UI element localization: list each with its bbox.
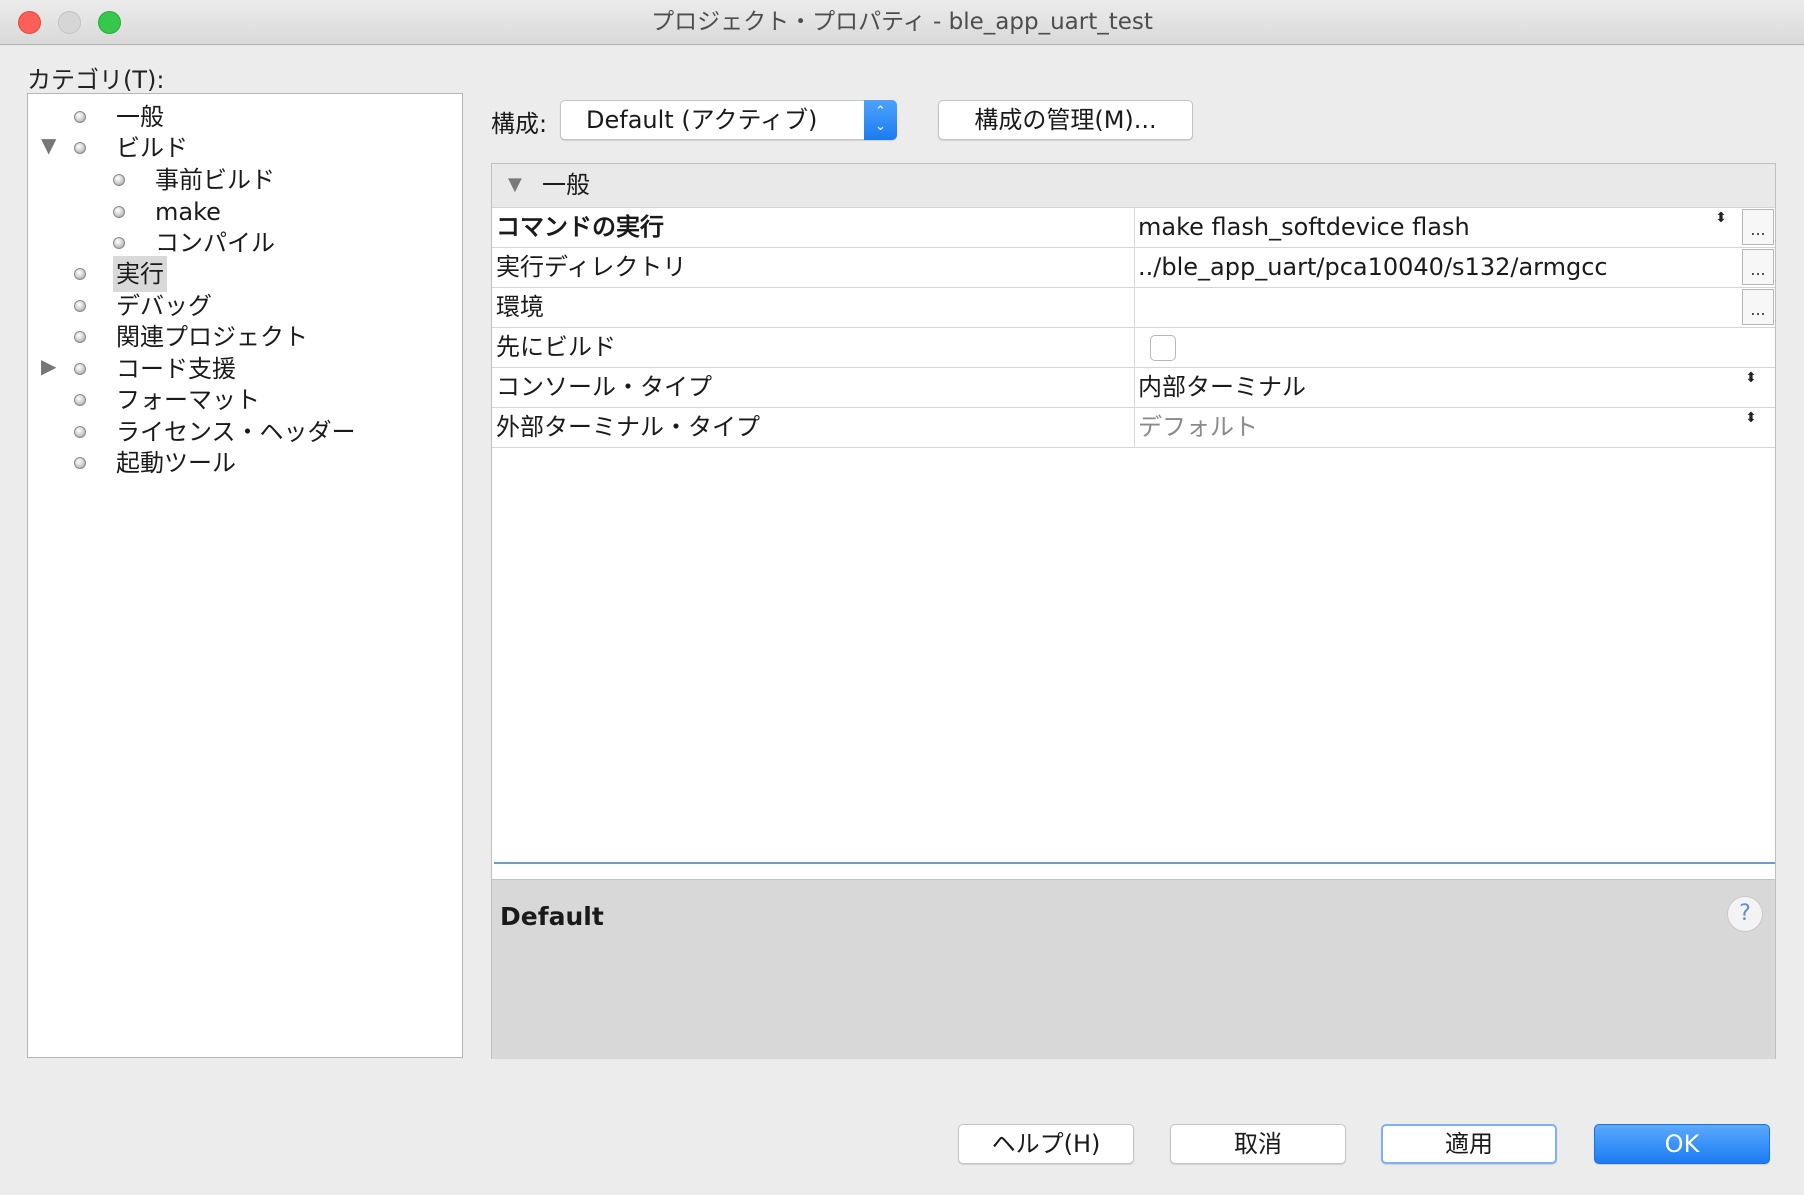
property-row-external-terminal-type[interactable]: 外部ターミナル・タイプ デフォルト ⬍ (492, 407, 1775, 448)
project-properties-window: プロジェクト・プロパティ - ble_app_uart_test カテゴリ(T)… (0, 0, 1804, 1195)
property-sheet: ▼ 一般 コマンドの実行 make flash_softdevice flash… (491, 163, 1776, 1059)
cancel-button[interactable]: 取消 (1170, 1124, 1346, 1164)
bullet-icon (113, 206, 125, 218)
expand-triangle-icon[interactable]: ▼ (41, 133, 56, 157)
manage-configurations-button[interactable]: 構成の管理(M)... (938, 100, 1193, 140)
tree-item-label: 事前ビルド (155, 166, 275, 194)
title-bar[interactable]: プロジェクト・プロパティ - ble_app_uart_test (0, 0, 1804, 45)
build-first-checkbox[interactable] (1150, 335, 1176, 361)
tree-item-label: 実行 (113, 256, 167, 292)
description-divider[interactable] (494, 862, 1775, 864)
edit-run-command-button[interactable]: ... (1742, 209, 1774, 245)
collapse-triangle-icon[interactable]: ▼ (508, 164, 522, 206)
bullet-icon (74, 394, 86, 406)
browse-run-directory-button[interactable]: ... (1742, 249, 1774, 285)
property-row-run-directory[interactable]: 実行ディレクトリ ../ble_app_uart/pca10040/s132/a… (492, 247, 1775, 288)
edit-environment-button[interactable]: ... (1742, 289, 1774, 325)
apply-button[interactable]: 適用 (1381, 1124, 1557, 1164)
configuration-select[interactable]: Default (アクティブ) ⌃ ⌄ (560, 100, 897, 140)
console-type-value[interactable]: 内部ターミナル (1138, 367, 1306, 407)
bullet-icon (113, 174, 125, 186)
configuration-label: 構成: (491, 110, 548, 138)
property-row-run-command[interactable]: コマンドの実行 make flash_softdevice flash ⬍ ..… (492, 207, 1775, 248)
property-name: 先にビルド (496, 327, 1135, 367)
categories-tree[interactable]: 一般 ▼ ビルド 事前ビルド make コンパイル 実行 デバッグ 関連プロジェ… (27, 93, 463, 1058)
property-row-console-type[interactable]: コンソール・タイプ 内部ターミナル ⬍ (492, 367, 1775, 408)
collapsed-triangle-icon[interactable]: ▶ (41, 354, 56, 378)
property-name: コンソール・タイプ (496, 367, 1135, 407)
bullet-icon (74, 142, 86, 154)
bullet-icon (74, 457, 86, 469)
updown-arrows-icon[interactable]: ⬍ (1712, 211, 1730, 225)
section-title: 一般 (542, 171, 590, 199)
external-terminal-type-value[interactable]: デフォルト (1138, 407, 1258, 447)
tree-item-label: コンパイル (155, 229, 275, 257)
tree-item-label: 起動ツール (116, 449, 236, 477)
run-command-value[interactable]: make flash_softdevice flash (1138, 207, 1470, 247)
bullet-icon (74, 426, 86, 438)
help-icon[interactable]: ? (1727, 896, 1763, 932)
updown-arrows-icon[interactable]: ⬍ (1742, 371, 1760, 385)
ok-button[interactable]: OK (1594, 1124, 1770, 1164)
property-name: 実行ディレクトリ (496, 247, 1135, 287)
property-name: 外部ターミナル・タイプ (496, 407, 1135, 447)
run-directory-value[interactable]: ../ble_app_uart/pca10040/s132/armgcc (1138, 247, 1608, 287)
chevron-up-icon: ⌃ (875, 104, 886, 119)
bullet-icon (74, 111, 86, 123)
select-stepper-icon[interactable]: ⌃ ⌄ (864, 100, 897, 140)
help-button[interactable]: ヘルプ(H) (958, 1124, 1134, 1164)
property-row-environment[interactable]: 環境 ... (492, 287, 1775, 328)
bullet-icon (74, 363, 86, 375)
tree-item-label: 関連プロジェクト (116, 323, 308, 351)
bullet-icon (74, 268, 86, 280)
updown-arrows-icon[interactable]: ⬍ (1742, 411, 1760, 425)
section-header-general[interactable]: ▼ 一般 (492, 164, 1775, 208)
tree-item-label: ビルド (116, 134, 188, 162)
tree-item-label: フォーマット (116, 386, 260, 414)
property-name: コマンドの実行 (496, 207, 1135, 247)
chevron-down-icon: ⌄ (875, 119, 886, 134)
property-row-build-first[interactable]: 先にビルド (492, 327, 1775, 368)
description-area: Default ? (492, 879, 1775, 1059)
bullet-icon (74, 300, 86, 312)
bullet-icon (113, 237, 125, 249)
bullet-icon (74, 331, 86, 343)
categories-label: カテゴリ(T): (27, 66, 165, 94)
description-title: Default (500, 902, 604, 931)
configuration-value: Default (アクティブ) (586, 106, 818, 134)
property-name: 環境 (496, 287, 1135, 327)
window-title: プロジェクト・プロパティ - ble_app_uart_test (651, 9, 1153, 35)
